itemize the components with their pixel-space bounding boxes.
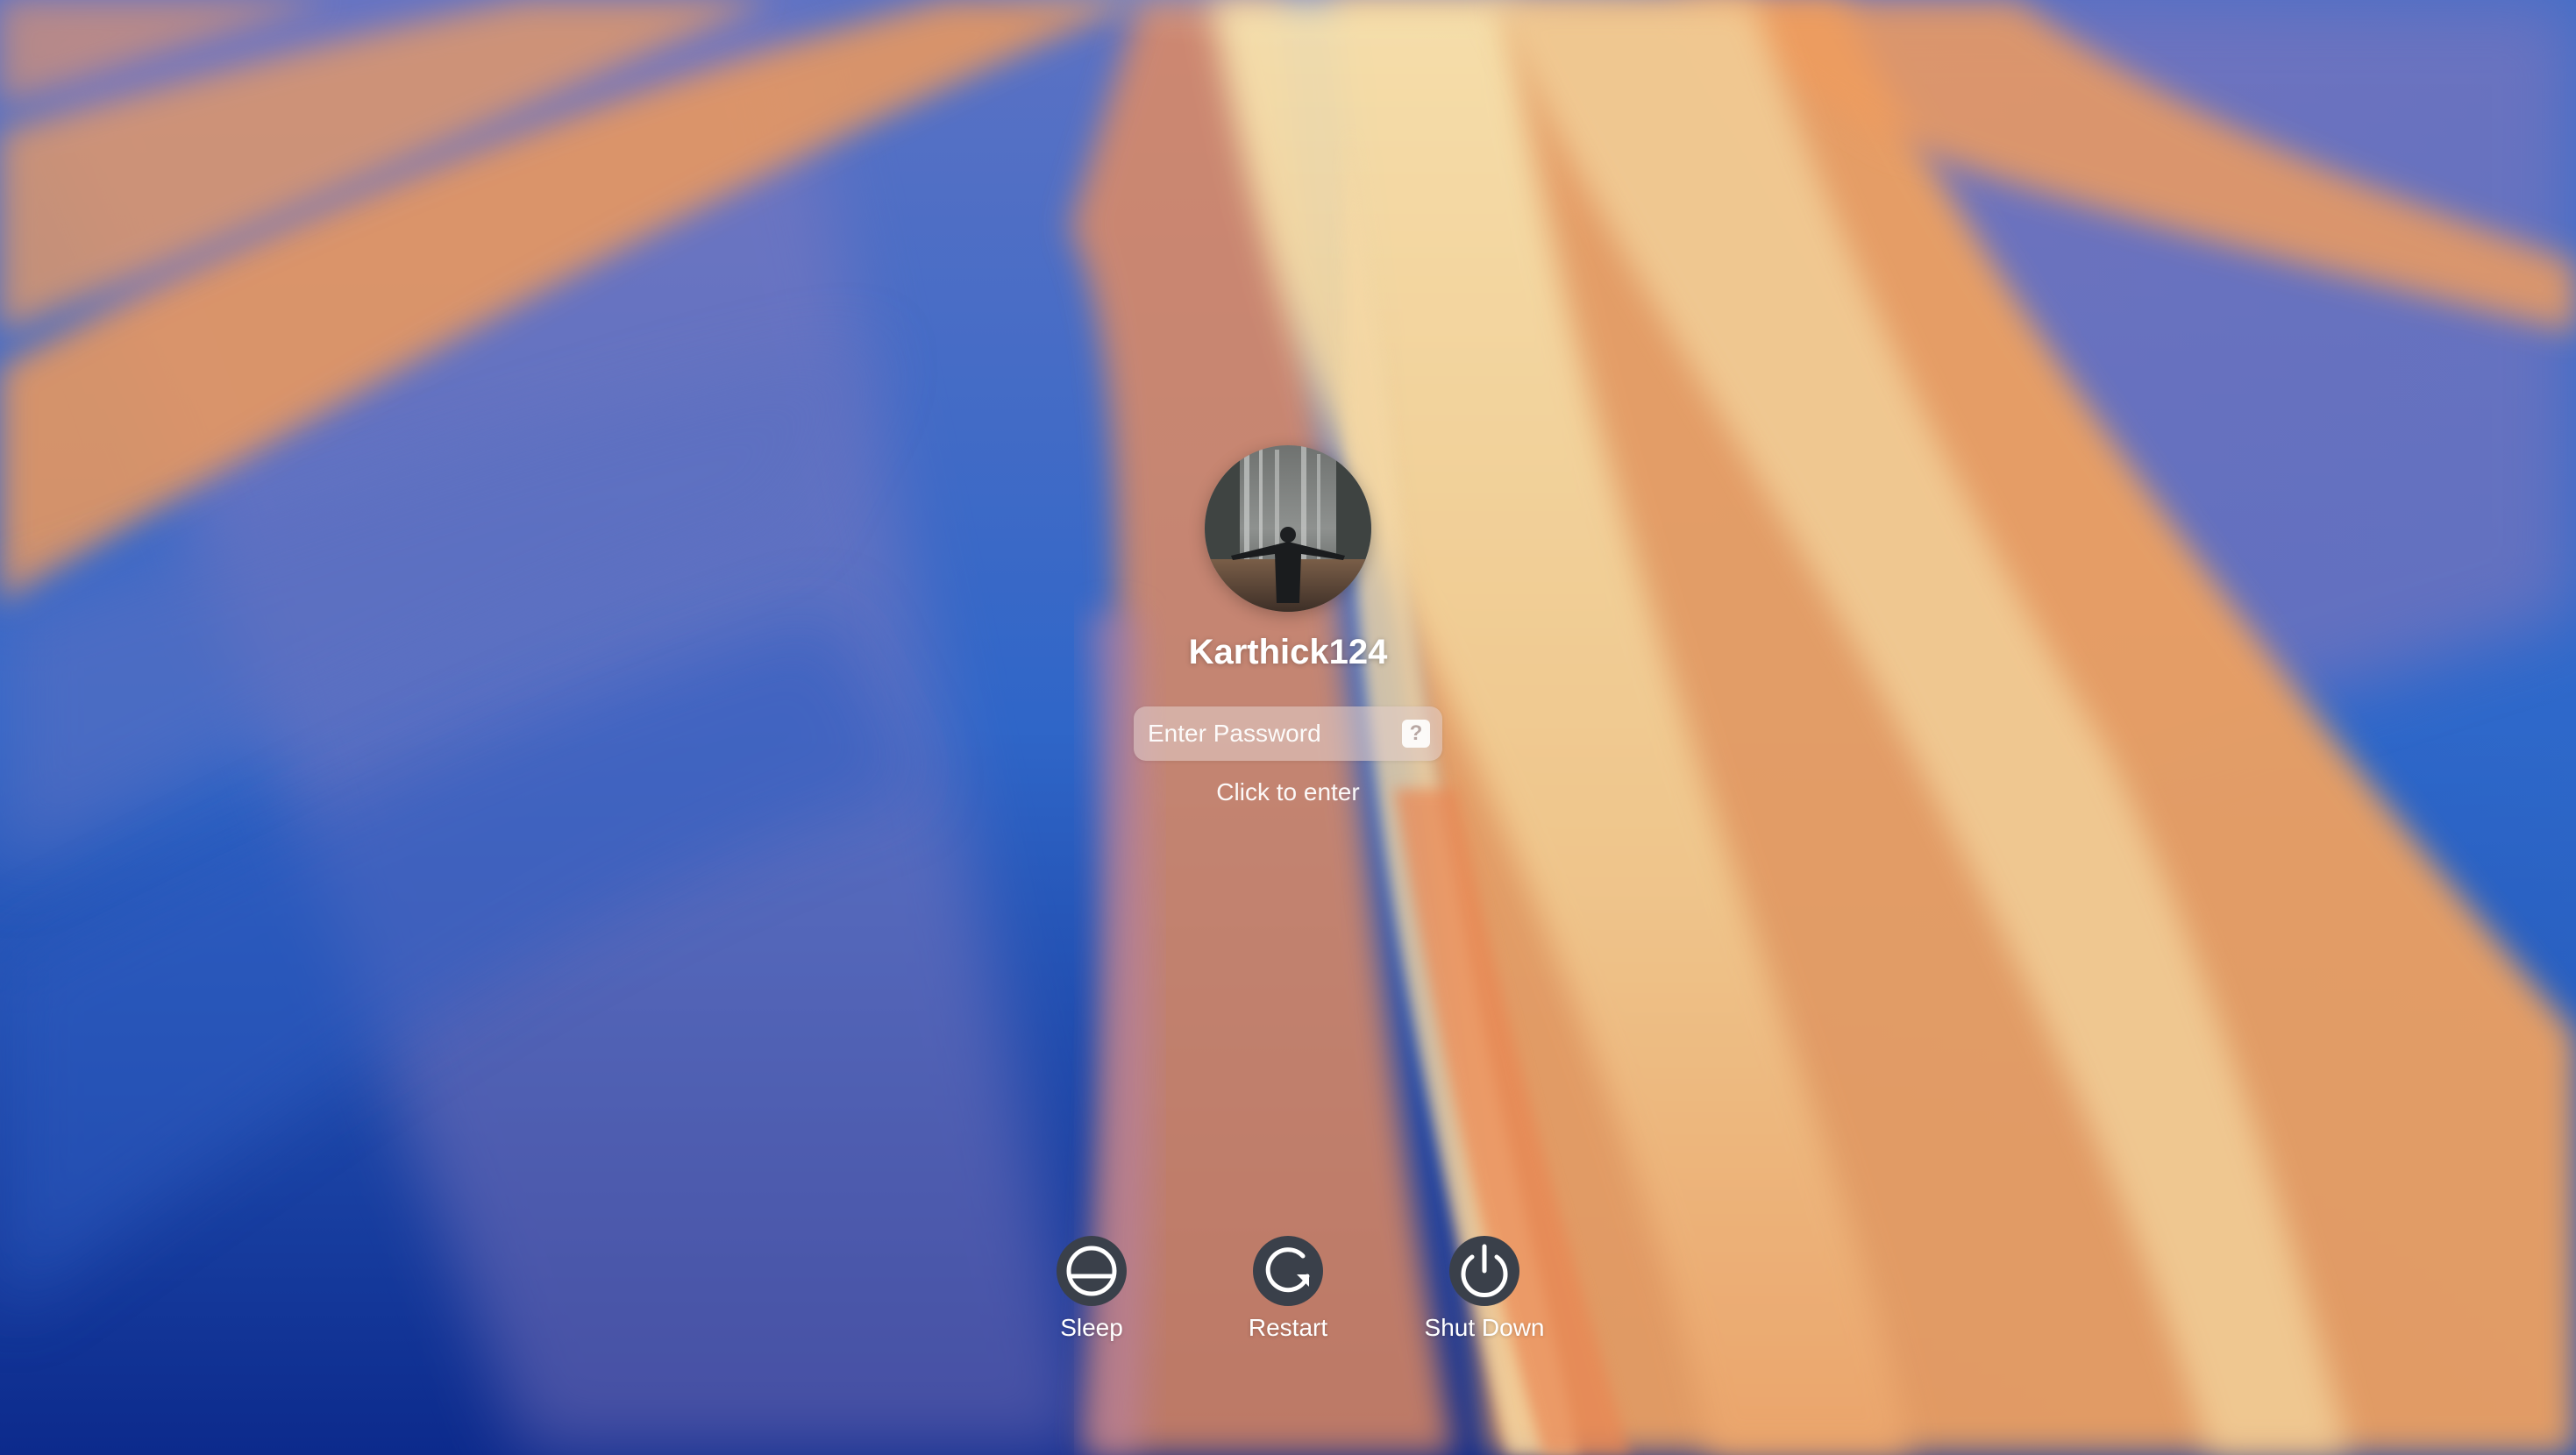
power-icon — [1461, 1244, 1508, 1297]
user-avatar[interactable] — [1205, 445, 1371, 612]
shutdown-circle[interactable] — [1449, 1236, 1519, 1306]
password-hint-button[interactable]: ? — [1402, 720, 1430, 748]
password-field[interactable]: ? — [1134, 706, 1442, 761]
restart-circle[interactable] — [1253, 1236, 1323, 1306]
shutdown-button[interactable]: Shut Down — [1397, 1236, 1572, 1345]
username-label: Karthick124 — [1188, 633, 1388, 671]
sleep-label: Sleep — [1060, 1314, 1123, 1341]
restart-label: Restart — [1248, 1314, 1328, 1341]
sleep-circle[interactable] — [1057, 1236, 1127, 1306]
user-avatar-photo-icon — [1205, 445, 1371, 612]
enter-hint-text: Click to enter — [1216, 778, 1360, 806]
restart-button[interactable]: Restart — [1200, 1236, 1376, 1345]
password-input[interactable] — [1148, 706, 1384, 761]
restart-icon — [1265, 1247, 1310, 1293]
sleep-icon — [1066, 1246, 1117, 1296]
shutdown-label: Shut Down — [1424, 1314, 1545, 1341]
sleep-button[interactable]: Sleep — [1004, 1236, 1179, 1345]
login-screen: Karthick124 ? Click to enter Sleep Resta… — [0, 0, 2576, 1455]
question-mark-icon: ? — [1409, 721, 1423, 745]
